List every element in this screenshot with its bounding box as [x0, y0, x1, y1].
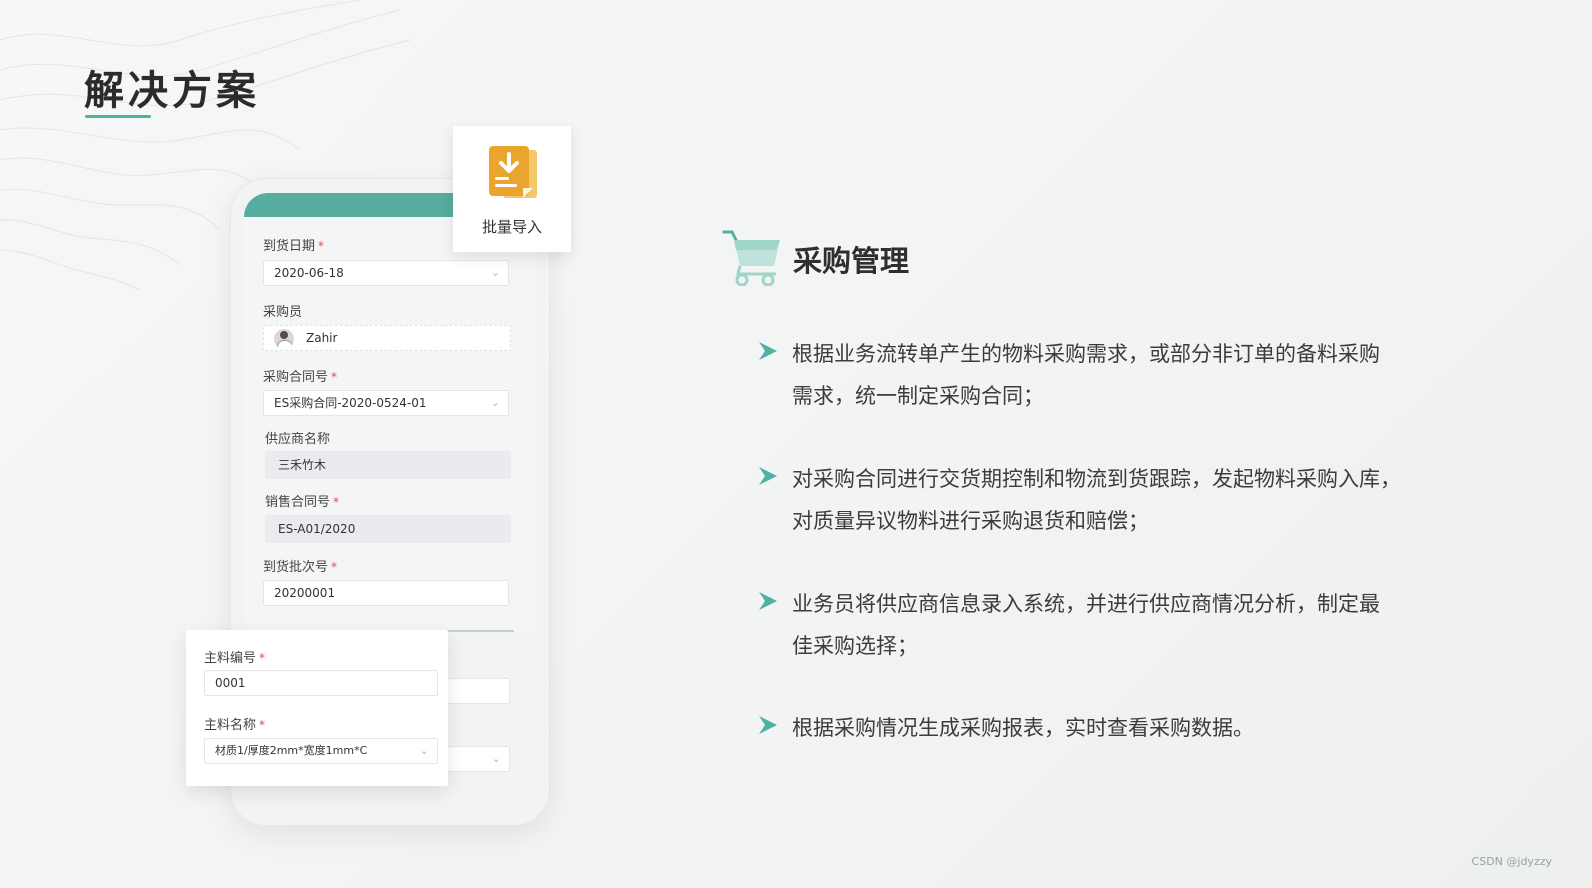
bullet-item-2: 对采购合同进行交货期控制和物流到货跟踪，发起物料采购入库， 对质量异议物料进行采… — [792, 467, 1401, 533]
supplier-label: 供应商名称 — [265, 432, 331, 447]
arrow-bullet-icon — [759, 592, 777, 610]
arrow-bullet-icon — [759, 716, 777, 734]
avatar — [274, 329, 294, 349]
batch-no-label: 到货批次号 * — [263, 560, 338, 575]
chevron-down-icon: ⌄ — [419, 744, 429, 757]
material-name-value: 材质1/厚度2mm*宽度1mm*C — [215, 744, 368, 757]
arrow-bullet-icon — [759, 467, 777, 485]
supplier-field: 三禾竹木 — [265, 451, 511, 479]
section-title: 采购管理 — [793, 244, 910, 278]
arrival-date-field[interactable]: 2020-06-18 ⌄ — [263, 260, 509, 286]
sales-contract-field: ES-A01/2020 — [265, 515, 511, 543]
material-card: 主料编号 * 0001 主料名称 * 材质1/厚度2mm*宽度1mm*C ⌄ — [186, 630, 448, 786]
batch-import-icon — [489, 146, 537, 198]
material-name-label: 主料名称 * — [204, 718, 266, 733]
chevron-down-icon: ⌄ — [491, 752, 501, 765]
buyer-value: Zahir — [306, 331, 338, 345]
material-name-select[interactable]: 材质1/厚度2mm*宽度1mm*C ⌄ — [204, 738, 438, 764]
sales-contract-label: 销售合同号 * — [265, 495, 340, 510]
phone-screen: 到货日期 * 2020-06-18 ⌄ 采购员 Zahir 采购合同号 * ES采购… — [244, 193, 534, 633]
purchase-contract-select[interactable]: ES采购合同-2020-0524-01 ⌄ — [263, 390, 509, 416]
arrival-date-label: 到货日期 * — [263, 239, 325, 254]
material-code-value: 0001 — [215, 676, 246, 690]
shopping-cart-icon — [722, 230, 780, 286]
arrow-bullet-icon — [759, 342, 777, 360]
page-title: 解决方案 — [84, 68, 260, 114]
batch-import-button[interactable]: 批量导入 — [453, 126, 571, 252]
bullet-item-4: 根据采购情况生成采购报表，实时查看采购数据。 — [792, 716, 1254, 740]
purchase-contract-value: ES采购合同-2020-0524-01 — [274, 396, 427, 410]
batch-no-value: 20200001 — [274, 586, 336, 600]
hidden-field-stub — [448, 678, 510, 704]
material-code-field[interactable]: 0001 — [204, 670, 438, 696]
watermark: CSDN @jdyzzy — [1471, 855, 1552, 868]
bullet-item-1: 根据业务流转单产生的物料采购需求，或部分非订单的备料采购 需求，统一制定采购合同… — [792, 342, 1380, 408]
chevron-down-icon: ⌄ — [490, 396, 500, 409]
title-underline — [85, 115, 151, 118]
supplier-value: 三禾竹木 — [278, 458, 327, 472]
sales-contract-value: ES-A01/2020 — [278, 522, 356, 536]
hidden-select-stub: ⌄ — [448, 746, 510, 772]
buyer-label: 采购员 — [263, 305, 303, 320]
chevron-down-icon: ⌄ — [490, 266, 500, 279]
batch-no-field[interactable]: 20200001 — [263, 580, 509, 606]
buyer-field[interactable]: Zahir — [263, 325, 511, 351]
purchase-contract-label: 采购合同号 * — [263, 370, 338, 385]
arrival-date-value: 2020-06-18 — [274, 266, 344, 280]
material-code-label: 主料编号 * — [204, 651, 266, 666]
bullet-item-3: 业务员将供应商信息录入系统，并进行供应商情况分析，制定最 佳采购选择； — [792, 592, 1380, 658]
batch-import-label: 批量导入 — [481, 218, 542, 236]
